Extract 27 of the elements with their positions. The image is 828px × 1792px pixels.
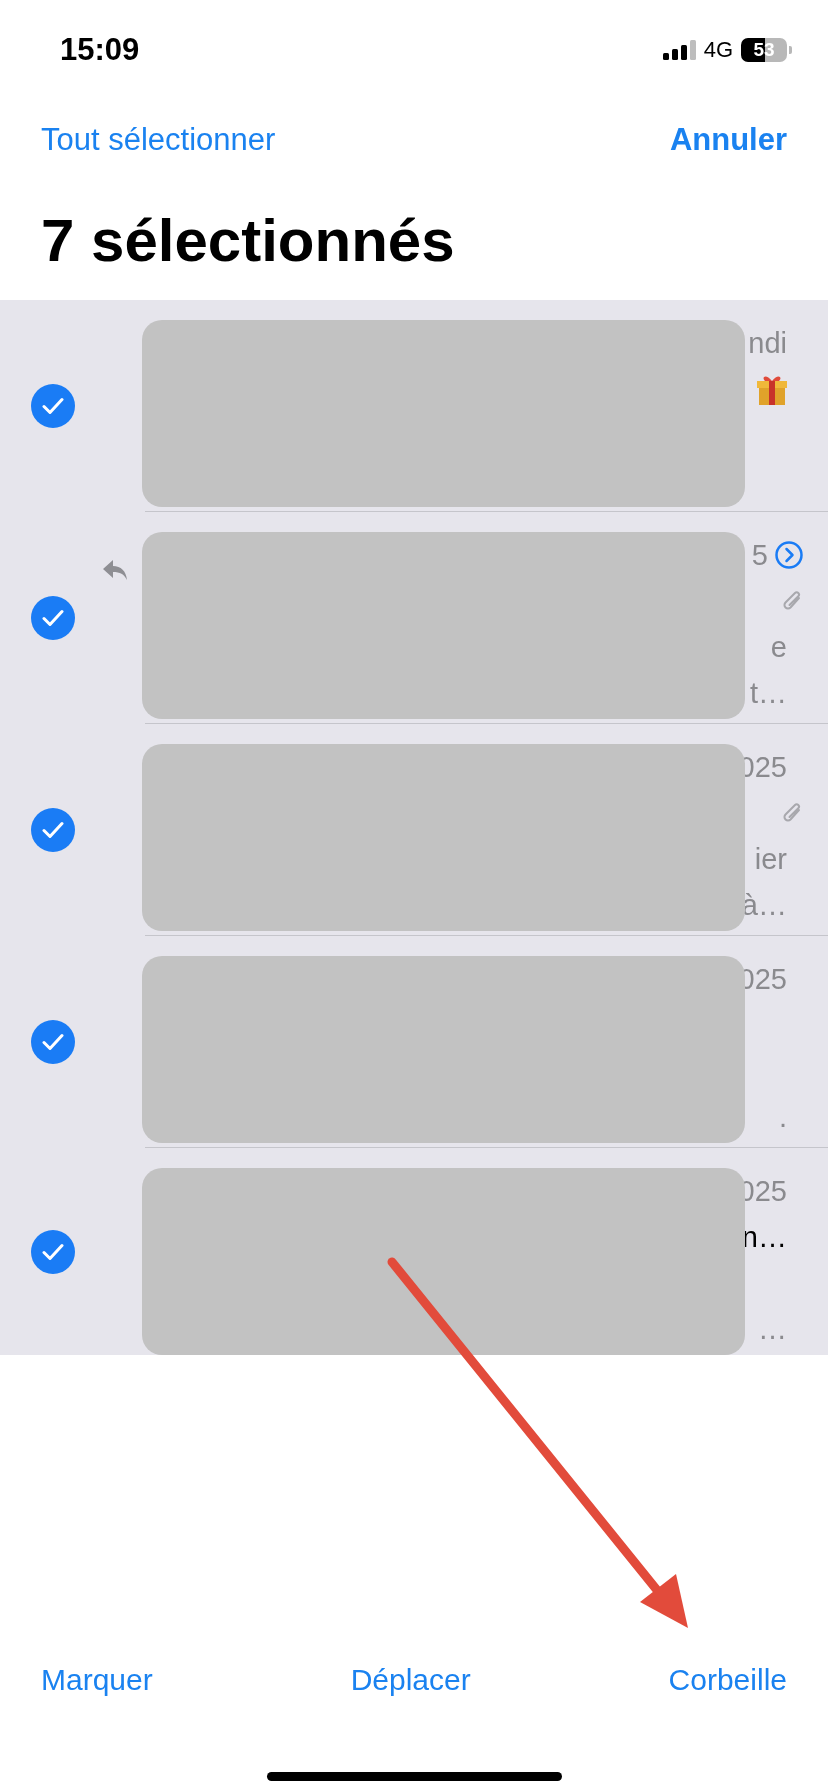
checkmark-icon: [42, 821, 64, 839]
clock-time: 15:09: [60, 32, 140, 68]
selection-checkbox[interactable]: [31, 596, 75, 640]
checkmark-icon: [42, 1033, 64, 1051]
selection-checkbox[interactable]: [31, 1020, 75, 1064]
toolbar-button[interactable]: Corbeille: [668, 1663, 787, 1697]
page-title: 7 sélectionnés: [41, 205, 455, 275]
chevron-circle-icon[interactable]: [774, 540, 804, 570]
cancel-button[interactable]: Annuler: [669, 122, 787, 158]
selection-checkbox[interactable]: [31, 808, 75, 852]
select-all-button[interactable]: Tout sélectionner: [41, 122, 276, 158]
selection-checkbox[interactable]: [31, 1229, 75, 1274]
signal-icon: [662, 40, 696, 60]
message-date: ndi: [748, 326, 787, 360]
message-date: 5: [751, 538, 768, 572]
toolbar-button[interactable]: Déplacer: [350, 1663, 471, 1697]
message-preview: .: [778, 1100, 787, 1134]
message-preview: …: [758, 1312, 787, 1346]
checkmark-icon: [42, 1242, 64, 1261]
toolbar-button[interactable]: Marquer: [41, 1663, 153, 1697]
checkmark-icon: [42, 609, 64, 627]
message-preview: ier: [754, 842, 787, 876]
selection-checkbox[interactable]: [31, 384, 75, 428]
checkmark-icon: [42, 397, 64, 415]
network-type: 4G: [703, 37, 733, 63]
message-preview: e: [770, 630, 787, 664]
message-preview: t…: [749, 676, 787, 710]
